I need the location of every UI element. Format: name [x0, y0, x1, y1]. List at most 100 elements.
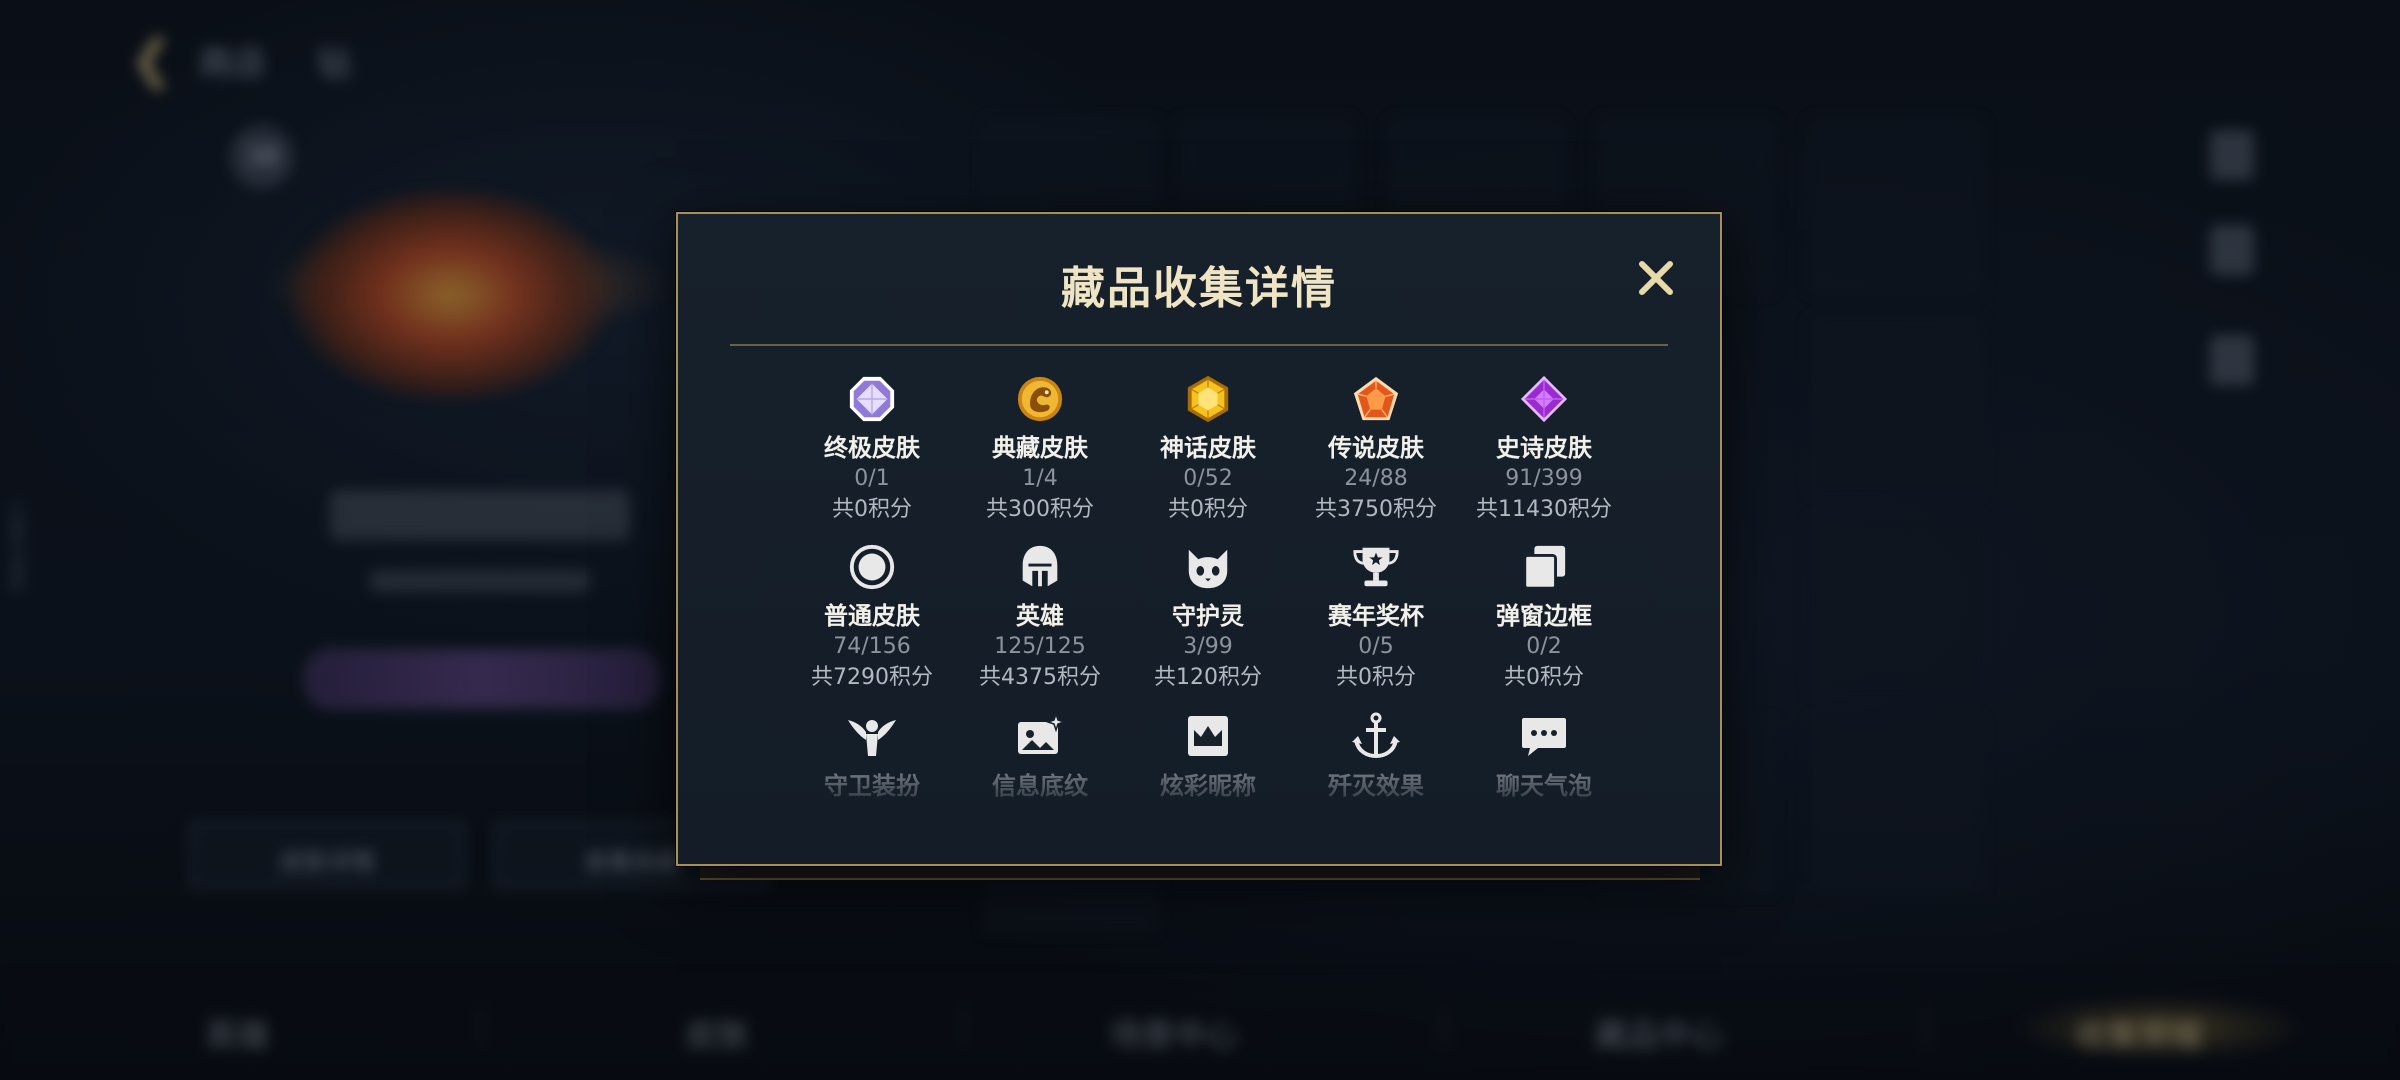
item-name: 典藏皮肤 — [992, 434, 1088, 462]
item-points: 共7290积分 — [811, 665, 933, 690]
bg-button-1-label: 皮肤详情 — [279, 848, 375, 876]
item-name: 信息底纹 — [992, 772, 1088, 800]
bottom-nav-item[interactable]: 场景中心 — [1110, 1010, 1238, 1056]
back-button[interactable]: ❮ 商店 钻 — [130, 30, 351, 90]
level-badge: 38 — [230, 125, 294, 189]
close-icon[interactable] — [1634, 256, 1678, 300]
item-points: 共120积分 — [1154, 665, 1262, 690]
collection-item-mythic-skin[interactable]: 神话皮肤 0/52 共0积分 — [1124, 374, 1292, 526]
dragon-coin-icon — [1017, 376, 1063, 422]
collection-item-season-trophy[interactable]: 赛年奖杯 0/5 共0积分 — [1292, 542, 1460, 694]
item-points: 共0积分 — [1504, 665, 1584, 690]
bg-tile — [1810, 320, 1982, 492]
pentagon-gem-icon — [1353, 376, 1399, 421]
item-name: 炫彩昵称 — [1160, 772, 1256, 800]
collection-item-info-pattern[interactable]: 信息底纹 — [956, 710, 1124, 862]
item-count: 0/1 — [854, 466, 890, 491]
item-points: 共0积分 — [1336, 665, 1416, 690]
player-id: 13867888 — [6, 500, 27, 592]
bg-button-1[interactable]: 皮肤详情 — [190, 822, 464, 888]
bg-tile — [1810, 520, 1982, 692]
collection-item-chat-bubble[interactable]: 聊天气泡 — [1460, 710, 1628, 862]
crown-card-icon — [1188, 716, 1228, 756]
item-points: 共11430积分 — [1476, 497, 1612, 522]
back-extra-label: 钻 — [317, 43, 352, 84]
bg-side-icon[interactable] — [2210, 130, 2254, 180]
bg-side-icon[interactable] — [2210, 225, 2254, 275]
collection-item-guard-outfit[interactable]: 守卫装扮 — [788, 710, 956, 862]
anchor-icon — [1352, 712, 1400, 759]
item-points: 共0积分 — [1168, 497, 1248, 522]
helmet-icon — [1022, 545, 1058, 587]
chat-bubble-icon — [1522, 718, 1566, 756]
item-count: 125/125 — [994, 634, 1086, 659]
item-points: 共0积分 — [832, 497, 912, 522]
bottom-nav-separator — [1925, 1008, 1927, 1048]
trophy-icon — [1353, 547, 1399, 587]
item-count: 24/88 — [1344, 466, 1408, 491]
bottom-nav-separator — [962, 1008, 964, 1048]
back-label: 商店 — [198, 43, 267, 84]
item-name: 守卫装扮 — [824, 772, 920, 800]
item-name: 普通皮肤 — [824, 602, 920, 630]
dialog-title: 藏品收集详情 — [1061, 263, 1337, 314]
item-points: 共4375积分 — [979, 665, 1101, 690]
item-count: 91/399 — [1505, 466, 1583, 491]
item-count: 0/2 — [1526, 634, 1562, 659]
bg-tile — [1810, 120, 1982, 292]
bottom-nav-separator — [1443, 1008, 1445, 1048]
item-name: 歼灭效果 — [1328, 772, 1424, 800]
bottom-nav-item[interactable]: 藏品中心 — [1595, 1010, 1723, 1056]
octagon-gem-icon — [849, 376, 895, 422]
chevron-left-icon: ❮ — [130, 30, 174, 90]
item-count: 74/156 — [833, 634, 911, 659]
item-name: 弹窗边框 — [1496, 602, 1592, 630]
stacked-frames-icon — [1523, 545, 1566, 590]
collection-item-color-nickname[interactable]: 炫彩昵称 — [1124, 710, 1292, 862]
collection-item-popup-frame[interactable]: 弹窗边框 0/2 共0积分 — [1460, 542, 1628, 694]
item-points: 共3750积分 — [1315, 497, 1437, 522]
item-count: 0/5 — [1358, 634, 1394, 659]
screen: ❮ 商店 钻 38 皮肤详情 查看收藏 13867888 英雄 皮肤 场景中心 … — [0, 0, 2400, 1080]
bg-tile — [1810, 720, 1982, 892]
winged-guard-icon — [848, 720, 896, 756]
item-points: 共300积分 — [986, 497, 1094, 522]
collection-item-guardian-spirit[interactable]: 守护灵 3/99 共120积分 — [1124, 542, 1292, 694]
rank-pill[interactable] — [305, 650, 659, 708]
hexagon-gem-icon — [1187, 375, 1229, 423]
collection-item-normal-skin[interactable]: 普通皮肤 74/156 共7290积分 — [788, 542, 956, 694]
collection-item-hero[interactable]: 英雄 125/125 共4375积分 — [956, 542, 1124, 694]
bottom-nav-item[interactable]: 英雄 — [205, 1010, 269, 1056]
item-name: 终极皮肤 — [824, 434, 920, 462]
collection-item-annihilation-effect[interactable]: 歼灭效果 — [1292, 710, 1460, 862]
item-name: 守护灵 — [1172, 602, 1244, 630]
bottom-nav-item-active[interactable]: 收集荣耀 — [2075, 1010, 2203, 1056]
item-name: 聊天气泡 — [1496, 772, 1592, 800]
emblem-image — [290, 190, 610, 400]
item-name: 传说皮肤 — [1328, 434, 1424, 462]
diamond-gem-icon — [1520, 375, 1568, 423]
circle-ring-icon — [849, 544, 895, 590]
player-subtitle-placeholder — [370, 570, 590, 592]
item-count: 3/99 — [1183, 634, 1233, 659]
collection-grid: 终极皮肤 0/1 共0积分 典藏皮肤 1/4 共300积分 神话皮肤 0/52 … — [788, 374, 1628, 862]
bottom-nav-item[interactable]: 皮肤 — [685, 1010, 749, 1056]
item-name: 史诗皮肤 — [1496, 434, 1592, 462]
bottom-nav-separator — [480, 1008, 482, 1048]
title-divider — [730, 344, 1668, 346]
item-name: 英雄 — [1016, 602, 1064, 630]
collection-item-classic-skin[interactable]: 典藏皮肤 1/4 共300积分 — [956, 374, 1124, 526]
collection-details-dialog: 藏品收集详情 终极皮肤 0/1 共0积分 典藏皮肤 1/4 共300积分 神话皮… — [676, 212, 1722, 866]
collection-item-ultimate-skin[interactable]: 终极皮肤 0/1 共0积分 — [788, 374, 956, 526]
player-name-placeholder — [330, 490, 630, 540]
item-name: 神话皮肤 — [1160, 434, 1256, 462]
card-sparkle-icon — [1018, 711, 1066, 754]
item-count: 0/52 — [1183, 466, 1233, 491]
modal-bottom-edge — [700, 866, 1700, 880]
cat-face-icon — [1188, 549, 1228, 589]
item-name: 赛年奖杯 — [1328, 602, 1424, 630]
collection-item-epic-skin[interactable]: 史诗皮肤 91/399 共11430积分 — [1460, 374, 1628, 526]
bg-side-icon[interactable] — [2210, 335, 2254, 385]
collection-item-legend-skin[interactable]: 传说皮肤 24/88 共3750积分 — [1292, 374, 1460, 526]
item-count: 1/4 — [1022, 466, 1058, 491]
